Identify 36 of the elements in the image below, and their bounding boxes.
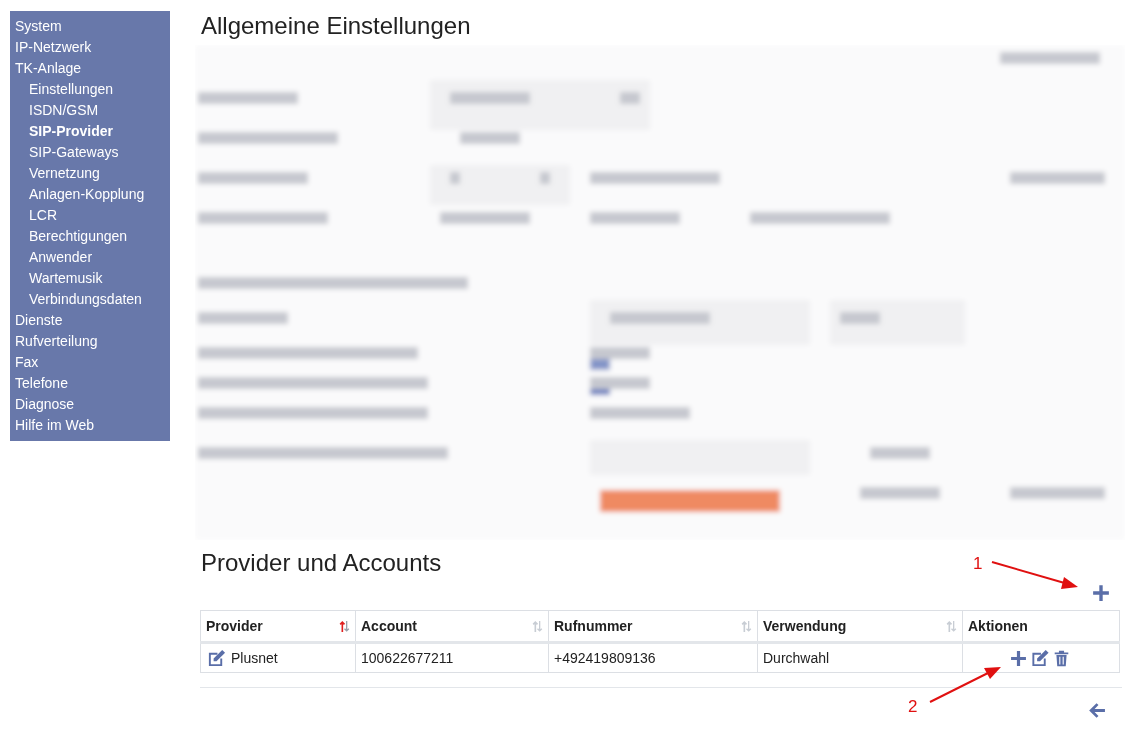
nav-item[interactable]: Diagnose [10,394,170,415]
nav-item[interactable]: TK-Anlage [10,58,170,79]
add-icon[interactable] [1092,584,1110,602]
sort-icon[interactable] [339,619,350,633]
delete-icon[interactable] [1053,648,1070,668]
table-cell: Durchwahl [763,649,830,666]
nav-item[interactable]: Vernetzung [10,163,170,184]
nav-item[interactable]: ISDN/GSM [10,100,170,121]
nav-item[interactable]: Rufverteilung [10,331,170,352]
edit-icon[interactable] [206,648,227,668]
nav-item[interactable]: Dienste [10,310,170,331]
nav-item[interactable]: Berechtigungen [10,226,170,247]
table-cell: +492419809136 [554,649,656,666]
table-cell: 100622677211 [361,649,454,666]
nav-item[interactable]: Wartemusik [10,268,170,289]
nav-item[interactable]: IP-Netzwerk [10,37,170,58]
nav-item[interactable]: LCR [10,205,170,226]
nav-item[interactable]: System [10,16,170,37]
edit-icon[interactable] [1030,648,1050,668]
column-header[interactable]: Account [361,615,417,637]
section-title: Allgemeine Einstellungen [201,11,472,41]
nav-item[interactable]: Einstellungen [10,79,170,100]
annotation-number: 1 [973,553,983,575]
nav-item[interactable]: Telefone [10,373,170,394]
nav-item[interactable]: Anlagen-Kopplung [10,184,170,205]
nav-item[interactable]: Verbindungsdaten [10,289,170,310]
nav-item[interactable]: Hilfe im Web [10,415,170,436]
nav-item[interactable]: Anwender [10,247,170,268]
annotation-number: 2 [908,696,918,718]
nav-item[interactable]: SIP-Gateways [10,142,170,163]
nav-item[interactable]: Fax [10,352,170,373]
table-cell-text: Plusnet [231,648,278,668]
nav-item[interactable]: SIP-Provider [10,121,170,142]
section-title: Provider und Accounts [201,548,442,578]
back-arrow-icon[interactable] [1089,702,1106,719]
add-icon[interactable] [1010,649,1027,667]
